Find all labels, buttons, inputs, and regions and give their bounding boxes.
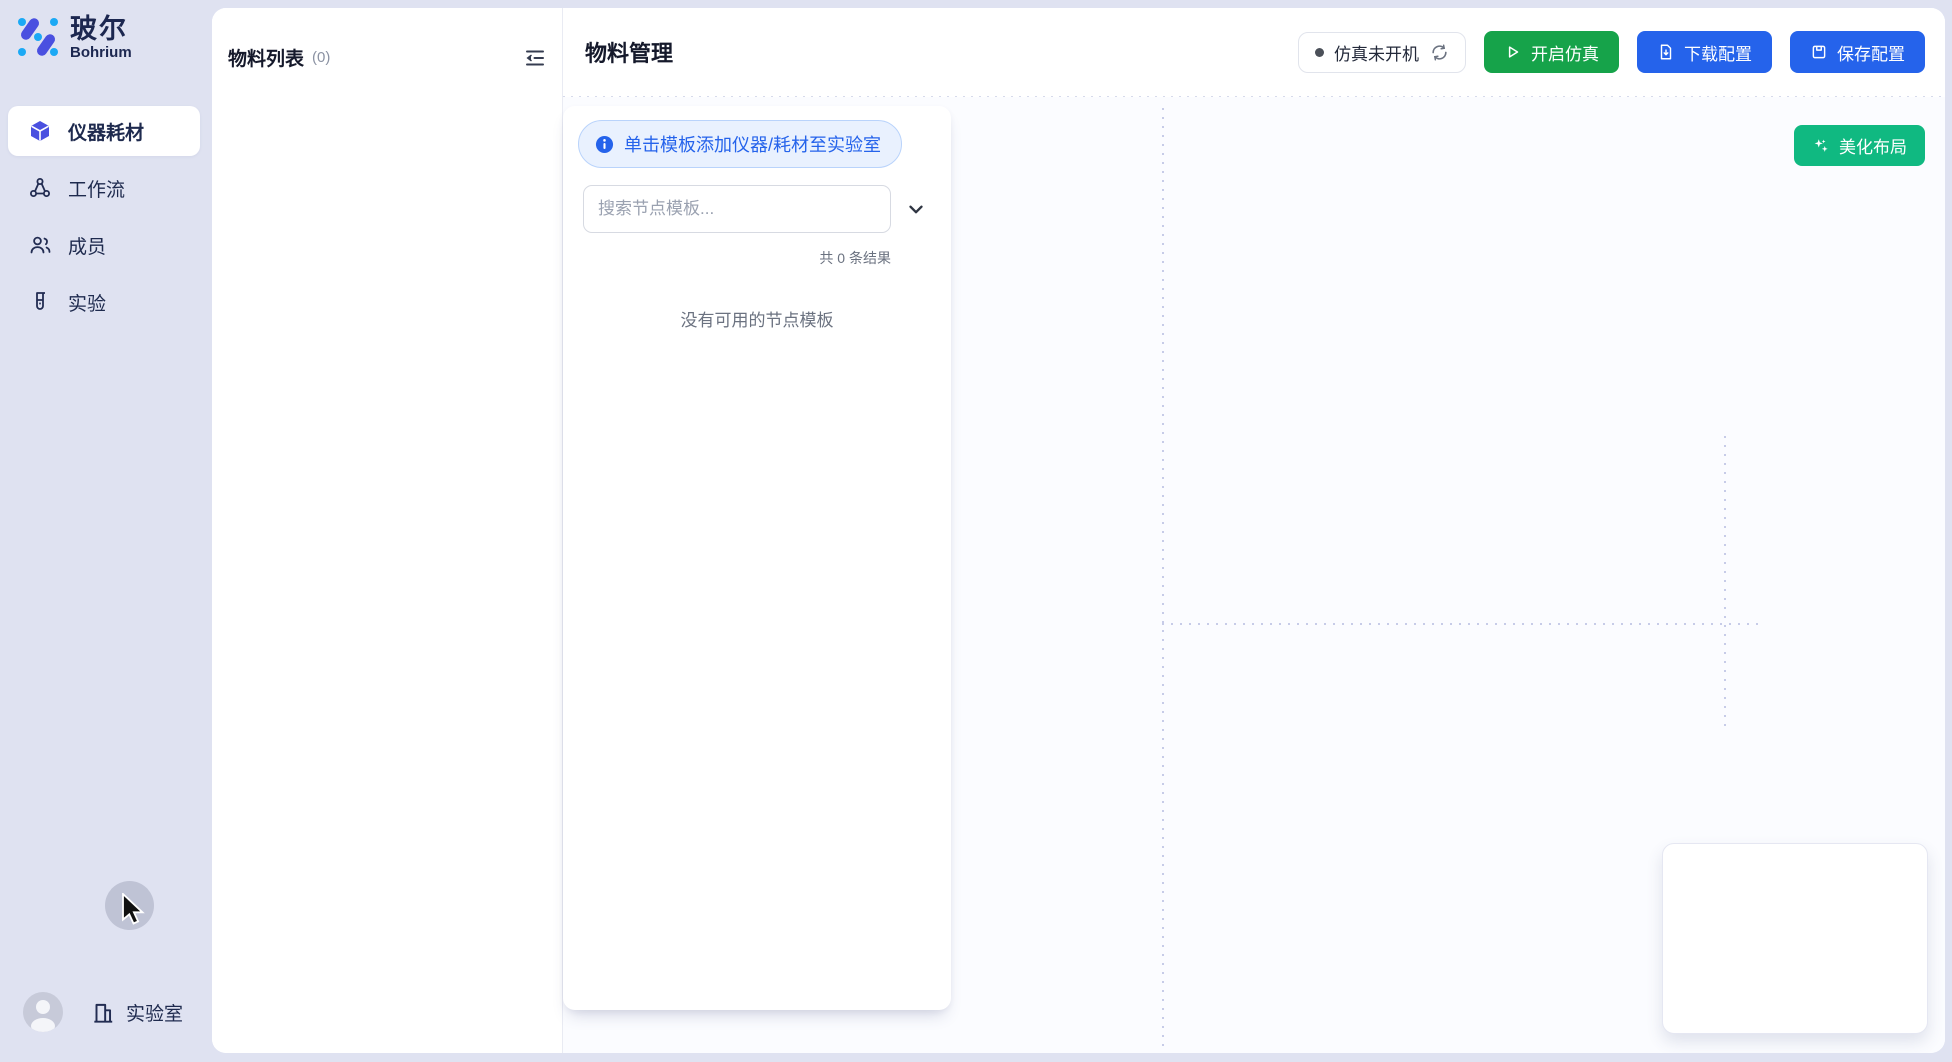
lab-entry-label: 实验室 bbox=[126, 999, 183, 1026]
beautify-layout-label: 美化布局 bbox=[1839, 133, 1907, 158]
material-list-panel: 物料列表 (0) bbox=[212, 8, 562, 1053]
material-list-title: 物料列表 bbox=[228, 44, 304, 71]
workflow-icon bbox=[28, 176, 52, 200]
bohrium-logo-icon bbox=[14, 13, 62, 61]
minimap[interactable] bbox=[1662, 843, 1928, 1034]
sidebar-nav: 仪器耗材 工作流 成员 bbox=[8, 106, 200, 327]
material-list-count: (0) bbox=[312, 49, 330, 66]
template-panel: 单击模板添加仪器/耗材至实验室 共 0 条结果 没有可用的节点模板 bbox=[563, 106, 951, 1010]
canvas-guide-line bbox=[1724, 436, 1726, 728]
simulation-status-pill: 仿真未开机 bbox=[1298, 32, 1466, 73]
save-icon bbox=[1810, 43, 1828, 61]
info-icon bbox=[595, 135, 614, 154]
sidebar-item-workflow[interactable]: 工作流 bbox=[8, 163, 200, 213]
material-list-header: 物料列表 (0) bbox=[212, 8, 562, 71]
canvas-guide-line bbox=[1162, 108, 1164, 1053]
main-header: 物料管理 仿真未开机 bbox=[563, 8, 1945, 96]
user-avatar[interactable] bbox=[23, 992, 63, 1032]
download-config-button[interactable]: 下载配置 bbox=[1637, 31, 1772, 73]
start-simulation-button[interactable]: 开启仿真 bbox=[1484, 31, 1619, 73]
play-icon bbox=[1504, 43, 1522, 61]
content-card: 物料列表 (0) 物料管理 仿真未开机 bbox=[212, 8, 1945, 1053]
save-config-label: 保存配置 bbox=[1837, 40, 1905, 65]
template-search-row bbox=[583, 185, 931, 233]
file-download-icon bbox=[1657, 43, 1675, 61]
sparkles-icon bbox=[1812, 137, 1830, 155]
mouse-cursor bbox=[121, 893, 148, 929]
lab-building-icon bbox=[90, 1000, 116, 1026]
download-config-label: 下载配置 bbox=[1684, 40, 1752, 65]
brand-name-en: Bohrium bbox=[70, 44, 132, 61]
main-region: 物料管理 仿真未开机 bbox=[563, 8, 1945, 1053]
result-count: 共 0 条结果 bbox=[819, 248, 891, 268]
sidebar-item-members[interactable]: 成员 bbox=[8, 220, 200, 270]
beautify-layout-button[interactable]: 美化布局 bbox=[1794, 125, 1925, 166]
sidebar-item-label: 实验 bbox=[68, 289, 106, 316]
sidebar-item-label: 工作流 bbox=[68, 175, 125, 202]
brand-logo: 玻尔 Bohrium bbox=[14, 13, 132, 61]
flow-canvas[interactable]: 单击模板添加仪器/耗材至实验室 共 0 条结果 没有可用的节点模板 bbox=[563, 97, 1945, 1053]
sidebar-item-label: 仪器耗材 bbox=[68, 118, 144, 145]
chevron-down-icon[interactable] bbox=[903, 196, 929, 222]
save-config-button[interactable]: 保存配置 bbox=[1790, 31, 1925, 73]
cube-icon bbox=[28, 119, 52, 143]
experiment-icon bbox=[28, 290, 52, 314]
canvas-guide-line bbox=[1162, 623, 1762, 625]
search-input[interactable] bbox=[583, 185, 891, 233]
refresh-icon[interactable] bbox=[1429, 42, 1449, 62]
sidebar-item-instruments[interactable]: 仪器耗材 bbox=[8, 106, 200, 156]
start-simulation-label: 开启仿真 bbox=[1531, 40, 1599, 65]
template-hint-banner[interactable]: 单击模板添加仪器/耗材至实验室 bbox=[578, 120, 902, 168]
collapse-panel-icon[interactable] bbox=[522, 45, 548, 71]
empty-templates-text: 没有可用的节点模板 bbox=[563, 306, 951, 331]
sidebar-item-label: 成员 bbox=[68, 232, 106, 259]
page-title: 物料管理 bbox=[585, 36, 673, 68]
simulation-status-text: 仿真未开机 bbox=[1334, 40, 1419, 65]
template-hint-text: 单击模板添加仪器/耗材至实验室 bbox=[624, 131, 881, 157]
sidebar-footer: 实验室 bbox=[0, 992, 212, 1062]
brand-name-zh: 玻尔 bbox=[70, 14, 132, 44]
lab-entry[interactable]: 实验室 bbox=[90, 999, 183, 1026]
members-icon bbox=[28, 233, 52, 257]
sidebar-item-experiment[interactable]: 实验 bbox=[8, 277, 200, 327]
status-dot-icon bbox=[1315, 48, 1324, 57]
header-actions: 仿真未开机 开启仿真 bbox=[1298, 31, 1925, 73]
